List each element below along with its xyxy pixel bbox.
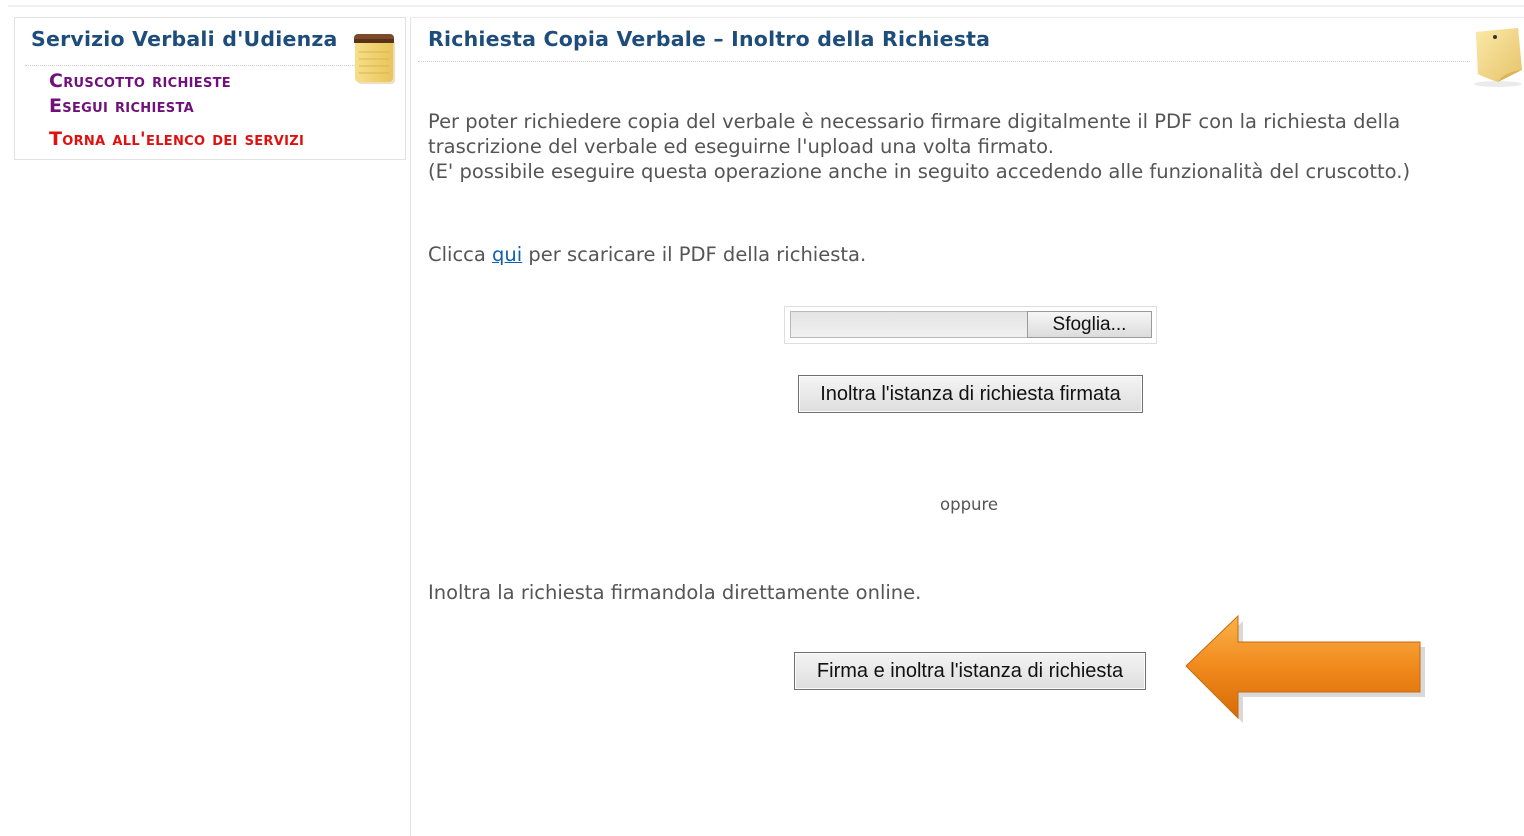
download-suffix: per scaricare il PDF della richiesta. bbox=[522, 243, 867, 266]
sidebar-panel: Servizio Verbali d'Udienza Cruscotto ric… bbox=[14, 17, 406, 160]
intro-line-2: trascrizione del verbale ed eseguirne l'… bbox=[428, 135, 1054, 158]
notepad-icon bbox=[354, 34, 395, 84]
intro-line-3: (E' possibile eseguire questa operazione… bbox=[428, 160, 1411, 183]
main-panel-border bbox=[410, 17, 411, 836]
download-prefix: Clicca bbox=[428, 243, 493, 266]
sidebar-title: Servizio Verbali d'Udienza bbox=[31, 27, 338, 51]
file-path-input[interactable] bbox=[790, 311, 1028, 338]
download-instruction: Clicca qui per scaricare il PDF della ri… bbox=[428, 242, 866, 267]
send-signed-request-button[interactable]: Inoltra l'istanza di richiesta firmata bbox=[798, 375, 1143, 413]
top-divider bbox=[8, 5, 1524, 7]
sidebar-divider bbox=[25, 65, 355, 66]
browse-button[interactable]: Sfoglia... bbox=[1027, 311, 1152, 338]
main-panel-top-border bbox=[410, 17, 1524, 18]
sidebar-item-torna-servizi[interactable]: Torna all'elenco dei servizi bbox=[49, 128, 304, 150]
title-divider bbox=[418, 61, 1470, 62]
page-title: Richiesta Copia Verbale – Inoltro della … bbox=[428, 27, 991, 51]
download-pdf-link[interactable]: qui bbox=[492, 243, 522, 266]
file-upload: Sfoglia... bbox=[784, 306, 1157, 344]
orange-arrow-icon bbox=[1185, 614, 1425, 723]
sign-and-send-button[interactable]: Firma e inoltra l'istanza di richiesta bbox=[794, 652, 1146, 690]
sidebar-item-esegui[interactable]: Esegui richiesta bbox=[49, 95, 194, 117]
sticky-note-icon bbox=[1474, 28, 1522, 87]
online-sign-instruction: Inoltra la richiesta firmandola direttam… bbox=[428, 581, 922, 604]
intro-line-1: Per poter richiedere copia del verbale è… bbox=[428, 110, 1401, 133]
sidebar-item-cruscotto[interactable]: Cruscotto richieste bbox=[49, 70, 231, 92]
or-separator: oppure bbox=[940, 495, 999, 514]
